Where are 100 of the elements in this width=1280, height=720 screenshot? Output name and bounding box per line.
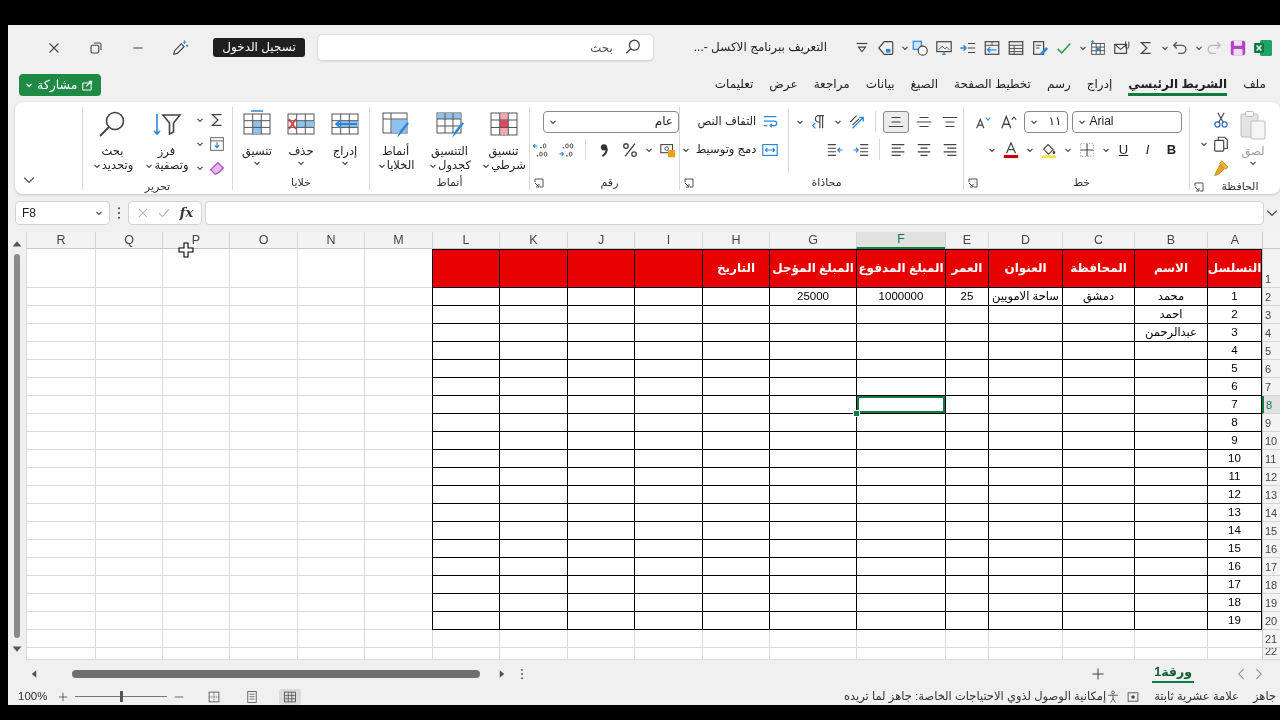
ribbon-tab[interactable]: مراجعة [813, 73, 850, 97]
excel-logo-icon[interactable] [1253, 37, 1273, 58]
caret-icon[interactable] [195, 140, 204, 148]
sign-in-button[interactable]: تسجيل الدخول [213, 38, 305, 57]
find-select-button[interactable]: بحث وتحديد [87, 107, 138, 172]
row-header[interactable]: 1 [1262, 249, 1280, 288]
row-header[interactable]: 8 [1262, 396, 1280, 414]
dialog-launcher-icon[interactable] [968, 177, 978, 188]
column-header[interactable]: N [297, 232, 364, 249]
bottom-align-button[interactable] [883, 110, 910, 133]
row-header[interactable]: 5 [1262, 342, 1280, 360]
row-header[interactable]: 21 [1262, 630, 1280, 648]
column-header[interactable]: R [26, 232, 95, 249]
font-name-dropdown[interactable]: Arial [1071, 110, 1182, 133]
ribbon-tab[interactable]: تخطيط الصفحة [954, 73, 1031, 97]
fill-handle-icon[interactable] [853, 410, 860, 417]
macro-icon[interactable] [1126, 689, 1141, 704]
row-header[interactable]: 6 [1262, 360, 1280, 378]
formula-input[interactable] [205, 201, 1264, 225]
delete-cells-button[interactable]: حذف [284, 107, 318, 167]
scroll-thumb[interactable] [14, 254, 20, 638]
row-header[interactable]: 16 [1262, 540, 1280, 558]
row-header[interactable]: 13 [1262, 486, 1280, 504]
wrap-text-button[interactable]: التفاف النص [695, 110, 782, 133]
row-header[interactable]: 17 [1262, 558, 1280, 576]
italic-button[interactable]: I [1137, 138, 1158, 161]
ribbon-tab[interactable]: ملف [1243, 73, 1266, 97]
ribbon-tab[interactable]: إدراج [1086, 73, 1113, 97]
dialog-launcher-icon[interactable] [534, 177, 544, 188]
table-sparkle-icon[interactable] [1089, 38, 1107, 57]
column-header[interactable]: F [856, 232, 945, 249]
conditional-formatting-button[interactable]: تنسيق شرطي [478, 107, 529, 172]
row-header[interactable]: 10 [1262, 432, 1280, 450]
scroll-thumb[interactable] [72, 670, 480, 678]
plus-icon[interactable] [57, 690, 70, 703]
dialog-launcher-icon[interactable] [684, 177, 694, 188]
tag-icon[interactable] [877, 38, 895, 57]
number-format-dropdown[interactable]: عام [543, 110, 679, 133]
column-header[interactable]: H [702, 232, 769, 249]
column-header[interactable]: B [1134, 232, 1207, 249]
column-header[interactable]: M [364, 232, 432, 249]
save-icon[interactable] [1229, 38, 1247, 57]
sheet-tab[interactable]: ورقة1 [1152, 665, 1194, 683]
column-header[interactable]: J [567, 232, 634, 249]
column-header[interactable]: L [432, 232, 499, 249]
search-field[interactable]: بحث [316, 34, 654, 61]
zoom-slider-thumb[interactable] [119, 691, 123, 702]
share-button[interactable]: مشاركة [19, 74, 102, 96]
column-header[interactable]: Q [95, 232, 162, 249]
selected-cell[interactable] [856, 396, 945, 414]
merge-center-button[interactable]: دمج وتوسيط [693, 138, 782, 161]
sort-filter-button[interactable]: فرز وتصفية [141, 107, 192, 172]
ribbon-tab[interactable]: بيانات [865, 73, 895, 97]
row-header[interactable]: 9 [1262, 414, 1280, 432]
dialog-launcher-icon[interactable] [1194, 181, 1204, 192]
underline-button[interactable]: U [1113, 138, 1134, 161]
pen-sparkle-icon[interactable] [171, 38, 190, 57]
row-header[interactable]: 20 [1262, 612, 1280, 630]
ribbon-tab[interactable]: الصيغ [910, 73, 938, 97]
column-header[interactable]: P [162, 232, 229, 249]
row-header[interactable]: 7 [1262, 378, 1280, 396]
column-header[interactable]: K [499, 232, 567, 249]
caret-icon[interactable] [195, 116, 204, 124]
caret-icon[interactable] [1200, 140, 1208, 148]
row-header[interactable]: 15 [1262, 522, 1280, 540]
font-size-dropdown[interactable]: ١١ [1023, 110, 1068, 133]
column-header[interactable]: G [769, 232, 856, 249]
format-cells-button[interactable]: تنسيق [240, 107, 274, 167]
ribbon-tab[interactable]: الشريط الرئيسي [1128, 73, 1228, 97]
row-header[interactable]: 2 [1262, 288, 1280, 306]
column-header[interactable]: C [1062, 232, 1134, 249]
row-header[interactable]: 12 [1262, 468, 1280, 486]
column-header[interactable]: A [1207, 232, 1262, 249]
bold-button[interactable]: B [1161, 138, 1182, 161]
ribbon-tab[interactable]: رسم [1046, 73, 1071, 97]
shapes-icon[interactable] [911, 38, 929, 57]
column-header[interactable]: E [945, 232, 988, 249]
name-box[interactable]: F8 [15, 201, 110, 225]
row-header[interactable]: 14 [1262, 504, 1280, 522]
insert-cells-button[interactable]: إدراج [328, 107, 362, 167]
row-header[interactable]: 4 [1262, 324, 1280, 342]
table-icon[interactable] [1007, 38, 1025, 57]
mail-icon[interactable] [1113, 38, 1131, 57]
accessibility-icon[interactable] [1106, 689, 1121, 704]
caret-icon[interactable] [195, 164, 204, 172]
row-header[interactable]: 18 [1262, 576, 1280, 594]
format-as-table-button[interactable]: التنسيق كجدول [424, 107, 475, 172]
vertical-dots-icon[interactable] [518, 667, 526, 681]
column-header[interactable]: D [988, 232, 1062, 249]
cell-styles-button[interactable]: أنماط الخلايا [370, 107, 421, 172]
row-header[interactable]: 22 [1262, 648, 1280, 660]
row-header[interactable]: 3 [1262, 306, 1280, 324]
normal-view-button[interactable] [279, 688, 302, 705]
insert-function-button[interactable]: fx [177, 205, 196, 221]
ribbon-tab[interactable]: تعليمات [714, 73, 754, 97]
column-header[interactable]: O [229, 232, 297, 249]
plus-icon[interactable] [1090, 666, 1107, 682]
picture-icon[interactable] [935, 38, 953, 57]
ribbon-tab[interactable]: عرض [769, 73, 798, 97]
column-header[interactable]: I [634, 232, 702, 249]
